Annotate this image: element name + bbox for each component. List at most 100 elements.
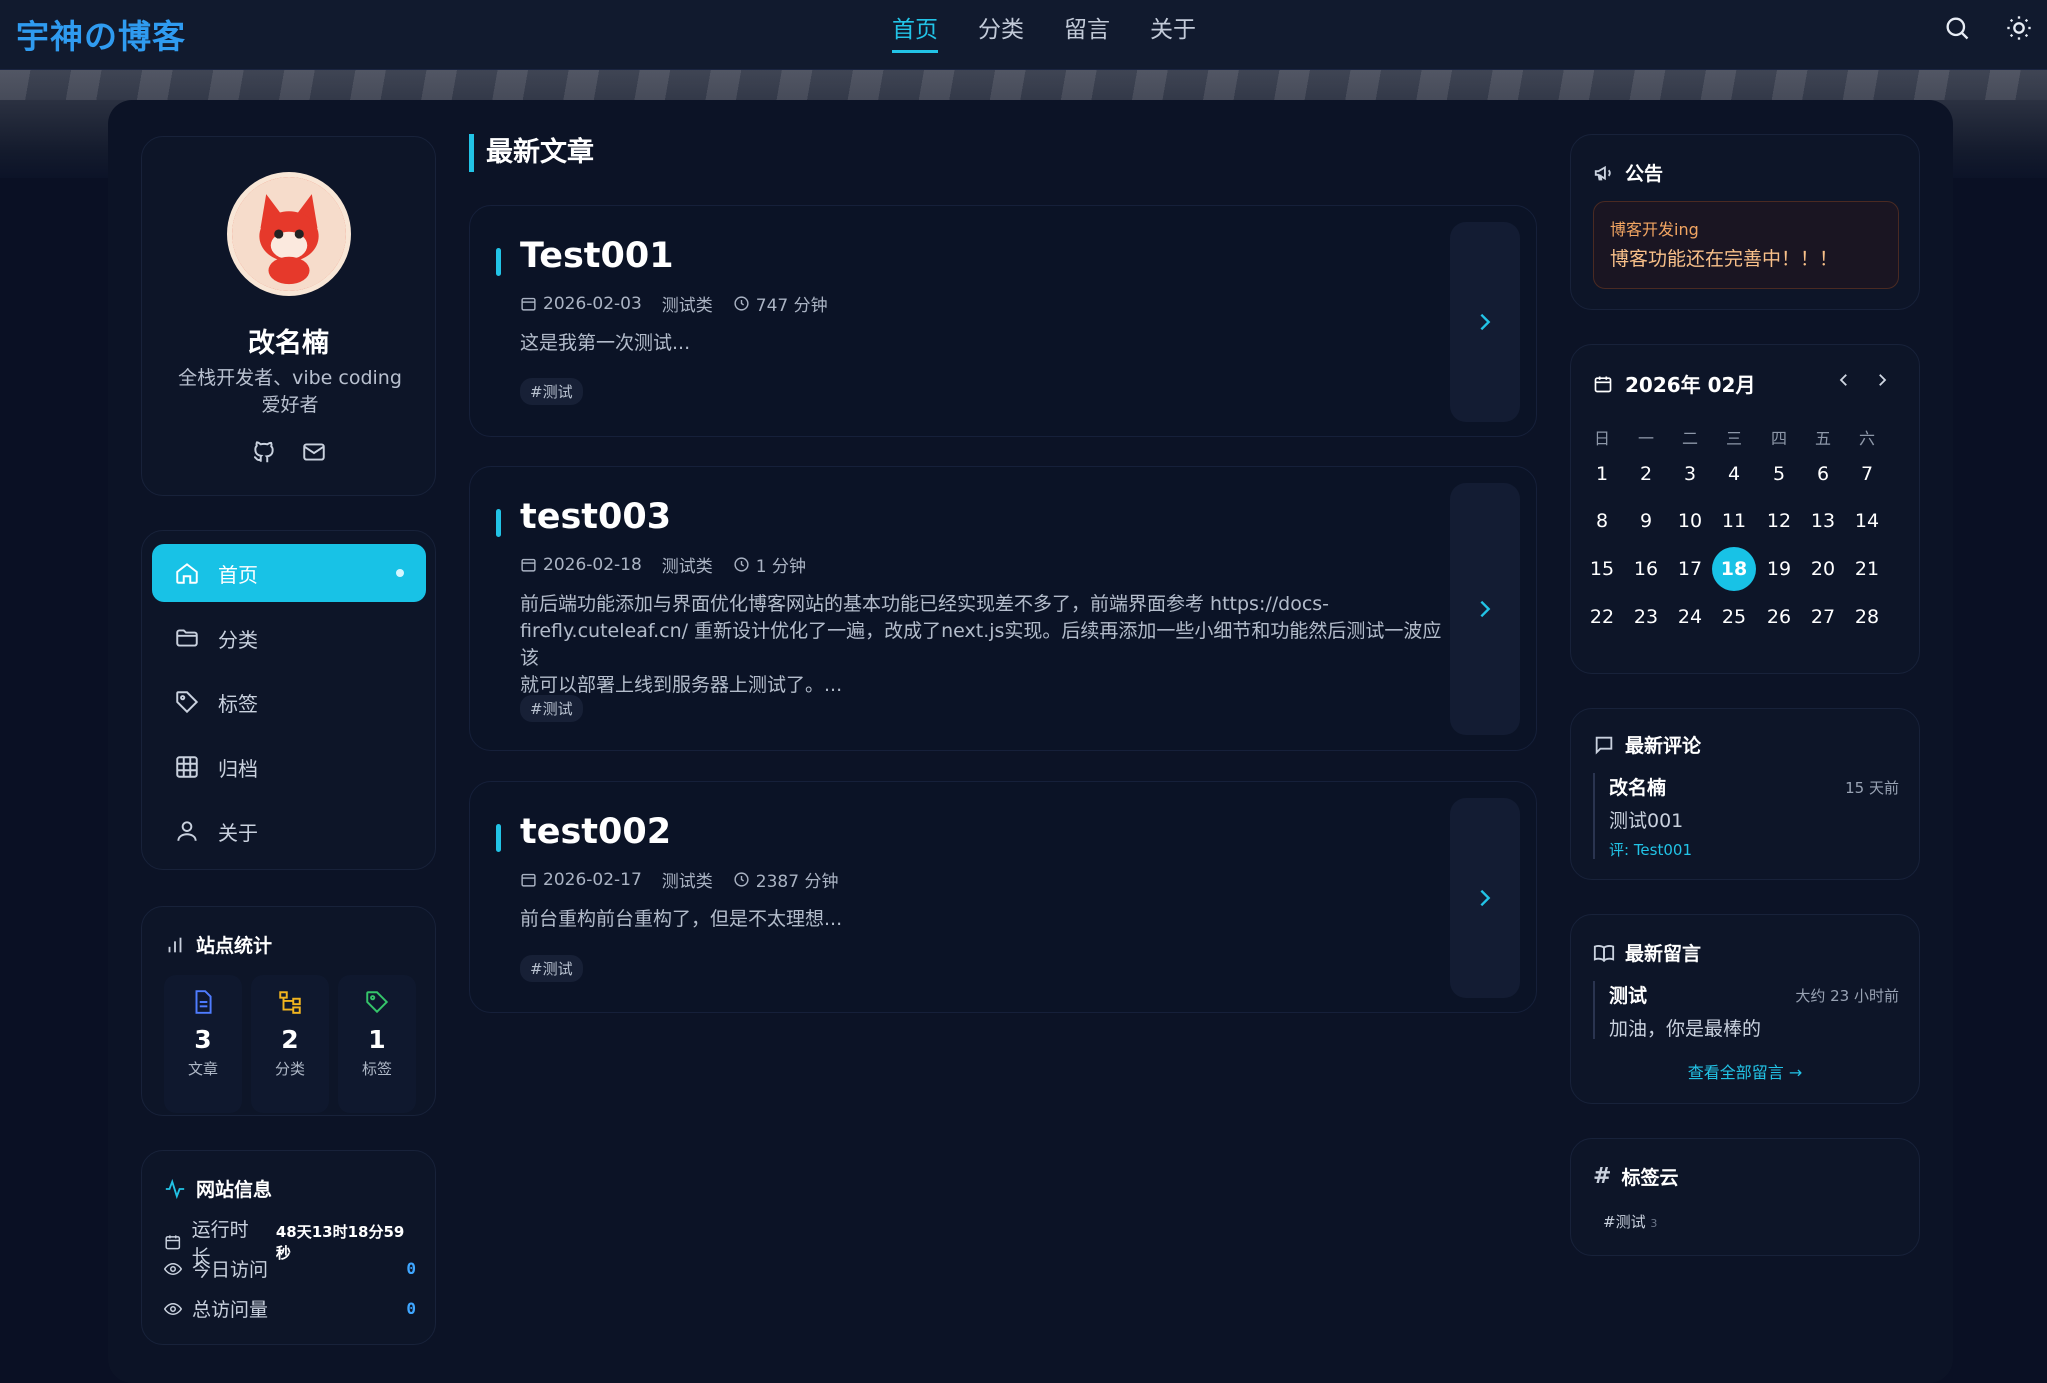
calendar-weekday: 日 bbox=[1593, 429, 1610, 448]
notice-line1: 博客开发ing bbox=[1610, 220, 1699, 239]
today-visits-value: 0 bbox=[406, 1259, 416, 1278]
sidebar-item-archive[interactable]: 归档 bbox=[152, 738, 426, 796]
calendar-day[interactable]: 13 bbox=[1801, 499, 1845, 543]
calendar-day[interactable]: 20 bbox=[1801, 547, 1845, 591]
post-readtime: 2387 分钟 bbox=[755, 872, 839, 892]
stat-label: 文章 bbox=[187, 1060, 218, 1078]
tag-cloud-card: # 标签云 #测试 3 bbox=[1570, 1138, 1920, 1256]
side-menu: 首页 分类 标签 归档 关于 bbox=[141, 530, 436, 870]
calendar-day[interactable]: 21 bbox=[1845, 547, 1889, 591]
sidebar-item-tags[interactable]: 标签 bbox=[152, 673, 426, 731]
comment-ref-link[interactable]: 评: Test001 bbox=[1609, 839, 1899, 860]
calendar-day[interactable]: 11 bbox=[1712, 499, 1756, 543]
comment-item[interactable]: 改名楠 15 天前 测试001 评: Test001 bbox=[1593, 773, 1899, 859]
calendar-day[interactable]: 28 bbox=[1845, 595, 1889, 639]
post-card[interactable]: test002 2026-02-17 测试类 2387 分钟 前台重构前台重构了… bbox=[469, 781, 1537, 1013]
active-dot bbox=[396, 569, 404, 577]
post-category[interactable]: 测试类 bbox=[662, 867, 713, 892]
calendar-day[interactable]: 24 bbox=[1668, 595, 1712, 639]
post-open-button[interactable] bbox=[1450, 798, 1520, 998]
tag-icon bbox=[176, 691, 199, 714]
tag-cloud-item[interactable]: #测试 3 bbox=[1603, 1211, 1657, 1232]
guestbook-item[interactable]: 测试 大约 23 小时前 加油，你是最棒的 bbox=[1593, 981, 1899, 1040]
calendar-day[interactable]: 3 bbox=[1668, 452, 1712, 496]
chevron-right-icon bbox=[1480, 313, 1491, 331]
stats-title: 站点统计 bbox=[164, 931, 272, 958]
github-icon[interactable] bbox=[251, 439, 277, 465]
comment-text: 测试001 bbox=[1609, 810, 1684, 832]
mail-icon[interactable] bbox=[301, 439, 327, 465]
post-tag[interactable]: #测试 bbox=[520, 378, 583, 405]
guestbook-author: 测试 bbox=[1609, 985, 1648, 1007]
sidebar-item-label: 首页 bbox=[218, 562, 258, 587]
site-logo[interactable]: 宇神の博客 bbox=[16, 10, 186, 58]
sidebar-item-categories[interactable]: 分类 bbox=[152, 609, 426, 667]
today-visits-row: 今日访问 0 bbox=[164, 1255, 416, 1282]
post-open-button[interactable] bbox=[1450, 483, 1520, 735]
clock-icon bbox=[734, 296, 749, 311]
post-tag[interactable]: #测试 bbox=[520, 695, 583, 722]
sun-icon[interactable] bbox=[2005, 14, 2033, 42]
calendar-day[interactable]: 8 bbox=[1580, 499, 1624, 543]
calendar-day[interactable]: 6 bbox=[1801, 452, 1845, 496]
calendar-day[interactable]: 19 bbox=[1757, 547, 1801, 591]
post-card[interactable]: Test001 2026-02-03 测试类 747 分钟 这是我第一次测试..… bbox=[469, 205, 1537, 437]
section-title: 最新文章 bbox=[469, 134, 594, 172]
calendar-day[interactable]: 15 bbox=[1580, 547, 1624, 591]
calendar-day[interactable]: 5 bbox=[1757, 452, 1801, 496]
profile-bio-line2: 爱好者 bbox=[261, 394, 319, 416]
calendar-weekday: 三 bbox=[1725, 429, 1742, 448]
chevron-left-icon[interactable] bbox=[1835, 371, 1853, 389]
calendar-day[interactable]: 4 bbox=[1712, 452, 1756, 496]
calendar-day[interactable]: 16 bbox=[1624, 547, 1668, 591]
view-all-guestbook-link[interactable]: 查看全部留言 → bbox=[1571, 1059, 1919, 1083]
stat-tags[interactable]: 1 标签 bbox=[338, 975, 416, 1113]
site-info-card: 网站信息 运行时长 48天13时18分59秒 今日访问 0 总访问量 0 bbox=[141, 1150, 436, 1345]
post-date: 2026-02-17 bbox=[543, 869, 642, 890]
calendar-day-today[interactable]: 18 bbox=[1712, 547, 1756, 591]
post-title[interactable]: test002 bbox=[520, 812, 671, 852]
calendar-icon bbox=[521, 297, 536, 311]
guestbook-title: 最新留言 bbox=[1593, 939, 1701, 966]
calendar-day[interactable]: 26 bbox=[1757, 595, 1801, 639]
calendar-weekday: 二 bbox=[1681, 429, 1698, 448]
activity-icon bbox=[165, 1178, 185, 1199]
sidebar-item-home[interactable]: 首页 bbox=[152, 544, 426, 602]
post-tag[interactable]: #测试 bbox=[520, 955, 583, 982]
post-title[interactable]: test003 bbox=[520, 497, 671, 537]
calendar-day[interactable]: 17 bbox=[1668, 547, 1712, 591]
calendar-day[interactable]: 9 bbox=[1624, 499, 1668, 543]
post-card[interactable]: test003 2026-02-18 测试类 1 分钟 前后端功能添加与界面优化… bbox=[469, 466, 1537, 751]
post-open-button[interactable] bbox=[1450, 222, 1520, 422]
post-category[interactable]: 测试类 bbox=[662, 552, 713, 577]
calendar-day[interactable]: 10 bbox=[1668, 499, 1712, 543]
search-icon[interactable] bbox=[1943, 14, 1971, 42]
post-title[interactable]: Test001 bbox=[520, 236, 674, 276]
calendar-day[interactable]: 23 bbox=[1624, 595, 1668, 639]
comment-time: 15 天前 bbox=[1845, 779, 1899, 797]
book-icon bbox=[1593, 944, 1615, 962]
calendar-day[interactable]: 7 bbox=[1845, 452, 1889, 496]
calendar-day[interactable]: 22 bbox=[1580, 595, 1624, 639]
sidebar-item-label: 关于 bbox=[218, 820, 258, 845]
tag-name: #测试 bbox=[1603, 1213, 1646, 1231]
calendar-day[interactable]: 12 bbox=[1757, 499, 1801, 543]
chevron-right-icon[interactable] bbox=[1873, 371, 1891, 389]
sidebar-item-about[interactable]: 关于 bbox=[152, 802, 426, 860]
stat-posts[interactable]: 3 文章 bbox=[164, 975, 242, 1113]
topnav-home[interactable]: 首页 bbox=[892, 10, 938, 53]
calendar-weekday: 四 bbox=[1770, 429, 1787, 448]
calendar-day[interactable]: 14 bbox=[1845, 499, 1889, 543]
post-category[interactable]: 测试类 bbox=[662, 291, 713, 316]
topnav-guestbook[interactable]: 留言 bbox=[1064, 10, 1110, 53]
stat-categories[interactable]: 2 分类 bbox=[251, 975, 329, 1113]
avatar[interactable] bbox=[227, 172, 351, 296]
calendar-day[interactable]: 25 bbox=[1712, 595, 1756, 639]
calendar-day[interactable]: 1 bbox=[1580, 452, 1624, 496]
calendar-day[interactable]: 27 bbox=[1801, 595, 1845, 639]
topnav-categories[interactable]: 分类 bbox=[978, 10, 1024, 53]
calendar-card: 2026年 02月 日一二三四五六 1 2 3 4 5 6 7 8 9 10 11 12 13 14 15 16… bbox=[1570, 344, 1920, 674]
topnav-about[interactable]: 关于 bbox=[1150, 10, 1196, 53]
guestbook-time: 大约 23 小时前 bbox=[1795, 987, 1899, 1005]
calendar-day[interactable]: 2 bbox=[1624, 452, 1668, 496]
